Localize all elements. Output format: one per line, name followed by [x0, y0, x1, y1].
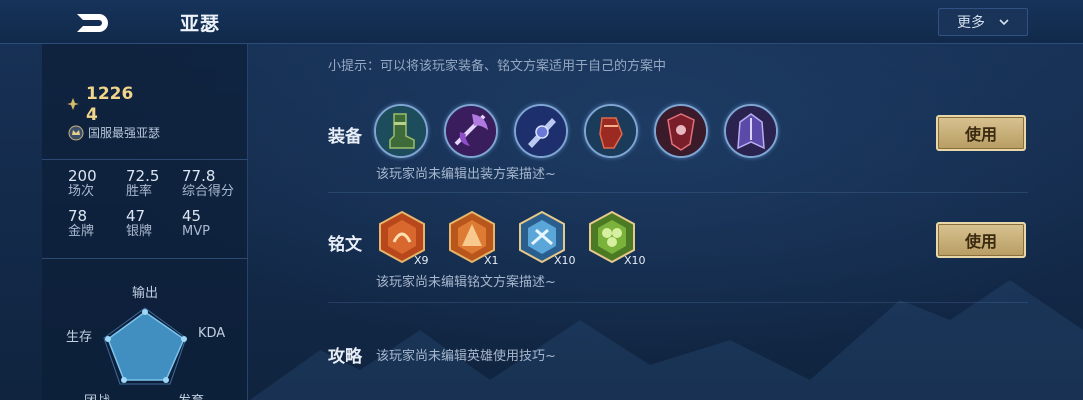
stat-label: 场次 [68, 184, 95, 199]
blue-blade-icon[interactable] [514, 104, 568, 158]
player-stats-panel: 1226 4 国服最强亚瑟 200 场次 72.5 胜率 77.8 综合得分 7… [42, 44, 248, 400]
score-value: 1226 4 [86, 84, 134, 125]
use-equipment-button[interactable]: 使用 [936, 115, 1026, 151]
rank-star-icon [67, 98, 79, 110]
hero-score: 1226 4 [66, 84, 138, 126]
equipment-description: 该玩家尚未编辑出装方案描述~ [376, 167, 556, 182]
guide-title: 攻略 [328, 347, 362, 367]
rune-item[interactable]: X10 [518, 210, 588, 270]
stat-value: 45 [182, 207, 202, 225]
stat-value: 78 [68, 207, 88, 225]
hero-title: 亚瑟 [180, 13, 221, 35]
more-dropdown[interactable]: 更多 [938, 8, 1028, 36]
stat-overall-score: 77.8 综合得分 [182, 168, 242, 200]
stat-mvp: 45 MVP [182, 208, 242, 240]
runes-description: 该玩家尚未编辑铭文方案描述~ [376, 275, 556, 290]
radar-label-kda: KDA [198, 326, 226, 341]
stat-label: 综合得分 [182, 184, 235, 199]
rune-item[interactable]: X1 [448, 210, 518, 270]
guide-description: 该玩家尚未编辑英雄使用技巧~ [376, 349, 556, 364]
rune-count: X10 [554, 254, 576, 267]
rune-count: X9 [414, 254, 429, 267]
rune-count: X1 [484, 254, 499, 267]
stat-label: 胜率 [126, 184, 153, 199]
runes-title: 铭文 [328, 235, 362, 255]
equipment-list [374, 104, 794, 158]
ability-radar-chart: 输出 KDA 发育 团战 生存 [42, 276, 248, 400]
radar-label-damage: 输出 [132, 286, 159, 301]
stat-value: 72.5 [126, 167, 160, 185]
stat-value: 77.8 [182, 167, 216, 185]
divider [328, 302, 1028, 303]
stat-label: 金牌 [68, 224, 95, 239]
back-arrow-icon [77, 14, 108, 32]
purple-axe-icon[interactable] [444, 104, 498, 158]
rune-item[interactable]: X10 [588, 210, 658, 270]
divider [328, 192, 1028, 193]
equipment-title: 装备 [328, 127, 362, 147]
stat-gold-medals: 78 金牌 [68, 208, 126, 240]
radar-label-survival: 生存 [66, 330, 93, 345]
rune-item[interactable]: X9 [378, 210, 448, 270]
red-gauntlet-icon[interactable] [584, 104, 638, 158]
crown-badge-icon [68, 125, 84, 140]
back-button[interactable] [62, 4, 120, 40]
use-runes-label: 使用 [964, 232, 997, 251]
divider [42, 159, 248, 160]
use-equipment-label: 使用 [964, 125, 997, 144]
rank-title: 国服最强亚瑟 [88, 126, 161, 140]
mountain-decoration [250, 280, 1083, 400]
radar-label-farming: 发育 [178, 390, 204, 400]
tip-text: 小提示：可以将该玩家装备、铭文方案适用于自己的方案中 [328, 59, 667, 74]
stat-label: MVP [182, 224, 210, 239]
boots-icon[interactable] [374, 104, 428, 158]
stat-value: 47 [126, 207, 146, 225]
stats-grid: 200 场次 72.5 胜率 77.8 综合得分 78 金牌 47 银牌 45 … [68, 168, 243, 240]
radar-label-teamfight: 团战 [84, 390, 110, 400]
stat-label: 银牌 [126, 224, 153, 239]
stat-matches: 200 场次 [68, 168, 126, 200]
stat-value: 200 [68, 167, 97, 185]
divider [42, 258, 248, 259]
use-runes-button[interactable]: 使用 [936, 222, 1026, 258]
stat-winrate: 72.5 胜率 [126, 168, 182, 200]
red-armor-icon[interactable] [654, 104, 708, 158]
rune-list: X9 X1 X10 X10 [378, 210, 658, 270]
purple-cloak-icon[interactable] [724, 104, 778, 158]
stat-silver-medals: 47 银牌 [126, 208, 182, 240]
rank-badge: 国服最强亚瑟 [68, 124, 160, 141]
more-label: 更多 [957, 15, 985, 31]
rune-count: X10 [624, 254, 646, 267]
chevron-down-icon [999, 19, 1009, 26]
top-bar: 亚瑟 更多 [0, 0, 1083, 44]
